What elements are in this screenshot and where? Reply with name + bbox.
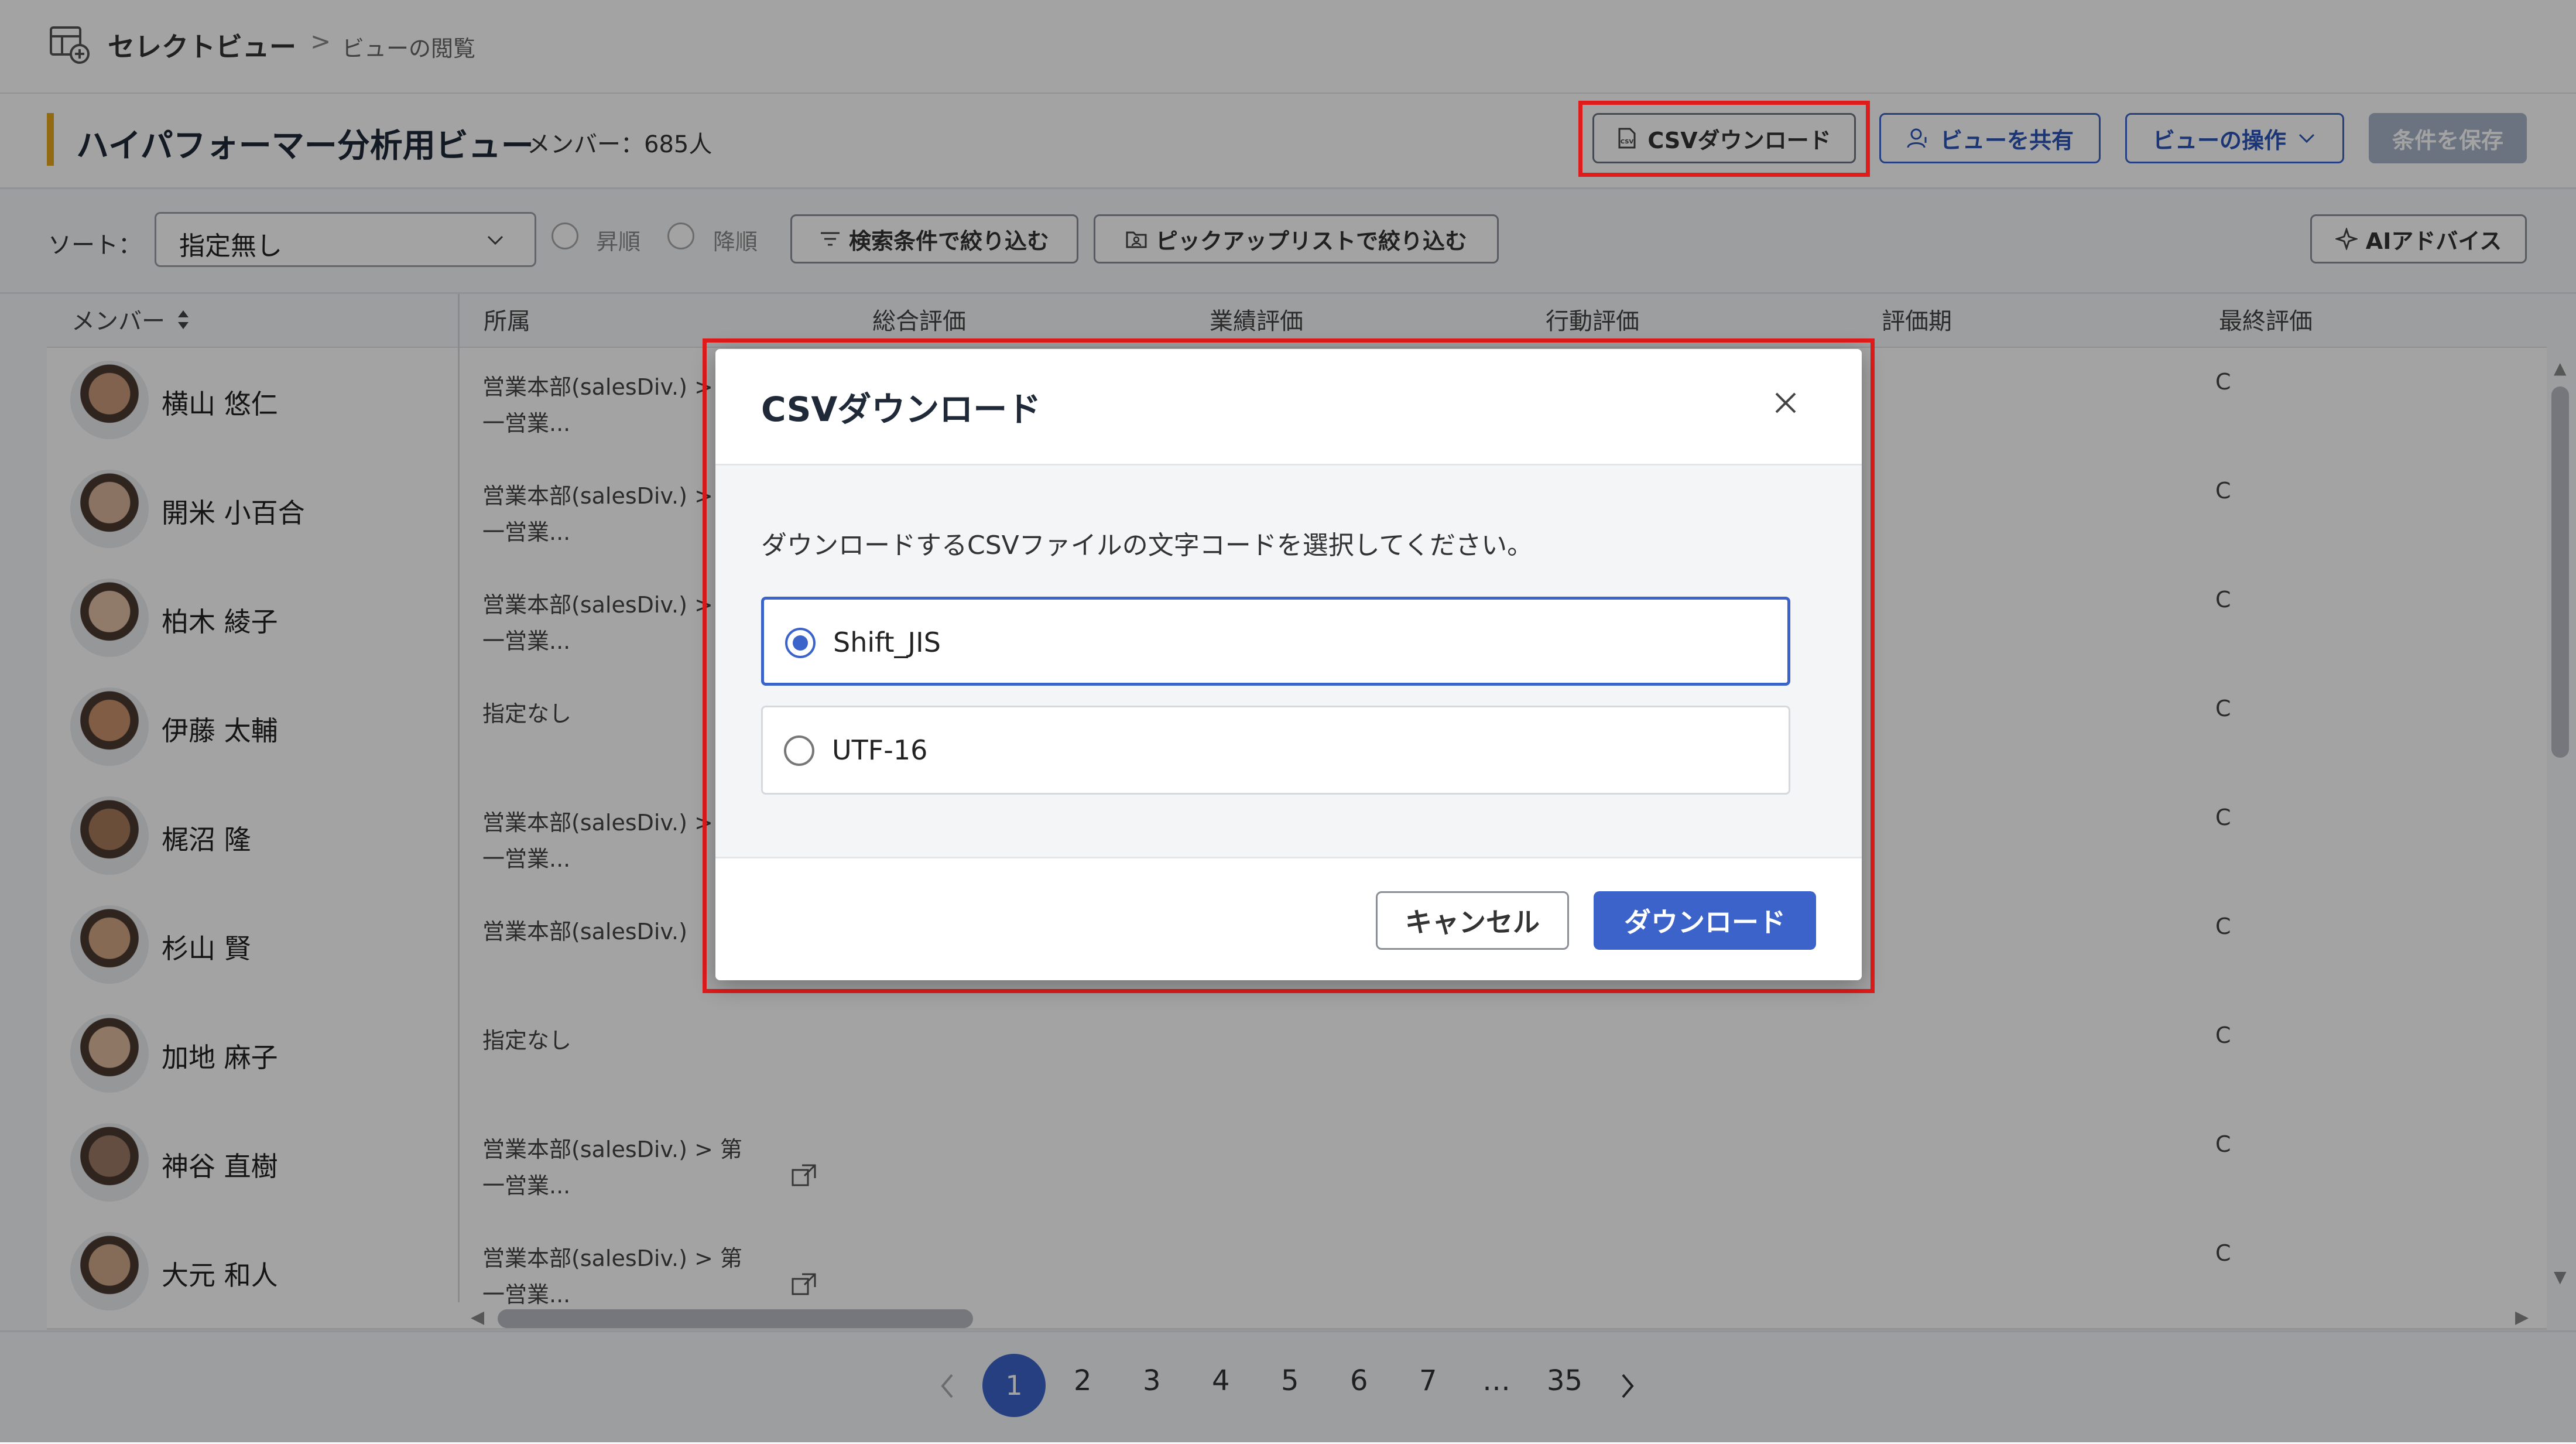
radio-dot bbox=[793, 635, 808, 651]
close-icon[interactable] bbox=[1769, 386, 1802, 419]
encoding-option-shift-jis[interactable]: Shift_JIS bbox=[761, 597, 1790, 686]
encoding-option-label: UTF-16 bbox=[832, 734, 928, 766]
modal-footer: キャンセル ダウンロード bbox=[715, 857, 1862, 980]
radio-selected[interactable] bbox=[785, 628, 816, 658]
encoding-option-label: Shift_JIS bbox=[833, 627, 941, 658]
highlight-box-csv-button bbox=[1578, 101, 1870, 177]
radio-unselected[interactable] bbox=[784, 735, 814, 766]
cancel-button[interactable]: キャンセル bbox=[1376, 891, 1569, 950]
modal-header: CSVダウンロード bbox=[715, 349, 1862, 466]
encoding-option-utf16[interactable]: UTF-16 bbox=[761, 706, 1790, 795]
modal-title: CSVダウンロード bbox=[761, 389, 1042, 429]
download-button[interactable]: ダウンロード bbox=[1594, 891, 1816, 950]
modal-body: ダウンロードするCSVファイルの文字コードを選択してください。 Shift_JI… bbox=[715, 466, 1862, 857]
csv-download-modal: CSVダウンロード ダウンロードするCSVファイルの文字コードを選択してください… bbox=[715, 349, 1862, 980]
modal-description: ダウンロードするCSVファイルの文字コードを選択してください。 bbox=[761, 531, 1533, 560]
